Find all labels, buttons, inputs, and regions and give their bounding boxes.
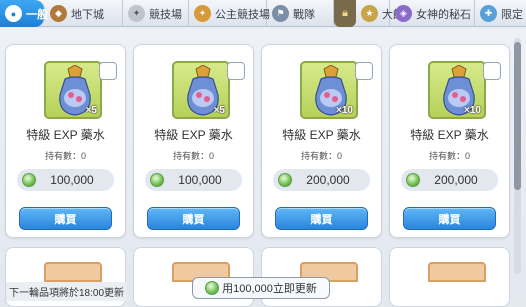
- shop-item-card: ×5 特級 EXP 藥水 持有數：0 100,000 購買: [5, 44, 126, 238]
- tab-limited[interactable]: ✚ 限定: [475, 0, 526, 27]
- buy-button[interactable]: 購買: [275, 207, 368, 230]
- item-icon-partial[interactable]: [44, 262, 102, 282]
- tab-dungeon[interactable]: ◆ 地下城: [45, 0, 123, 27]
- item-name: 特級 EXP 藥水: [26, 128, 105, 142]
- tab-arena[interactable]: ✦ 競技場: [123, 0, 189, 27]
- arena-icon: ✦: [128, 5, 145, 22]
- shop-item-card: ×10 特級 EXP 藥水 持有數：0 200,000 購買: [261, 44, 382, 238]
- item-quantity: ×5: [85, 105, 97, 116]
- mana-gem-icon: [22, 173, 36, 187]
- owned-count: 持有數：0: [300, 151, 342, 161]
- exp-potion-icon[interactable]: ×5: [44, 61, 102, 119]
- tab-clan[interactable]: ⚑ 戰隊: [267, 0, 334, 27]
- tab-goddess-stone[interactable]: ◈ 女神的秘石: [390, 0, 475, 27]
- tab-label: 限定: [501, 8, 523, 21]
- item-quantity: ×10: [464, 105, 481, 116]
- owned-count: 持有數：0: [172, 151, 214, 161]
- dungeon-icon: ◆: [50, 5, 67, 22]
- shop-item-card: ×5 特級 EXP 藥水 持有數：0 100,000 購買: [133, 44, 254, 238]
- refresh-button-label: 用100,000立即更新: [222, 283, 317, 295]
- item-price: 200,000: [273, 169, 370, 191]
- lock-icon: 🔒︎: [334, 0, 356, 27]
- limited-icon: ✚: [480, 5, 497, 22]
- mana-gem-icon: [406, 173, 420, 187]
- item-price: 200,000: [401, 169, 498, 191]
- select-checkbox[interactable]: [483, 62, 501, 80]
- tab-label: 競技場: [149, 8, 182, 21]
- item-name: 特級 EXP 藥水: [410, 128, 489, 142]
- buy-button[interactable]: 購買: [147, 207, 240, 230]
- circle-icon: ●: [5, 5, 22, 22]
- select-checkbox[interactable]: [355, 62, 373, 80]
- tab-general[interactable]: ● 一般: [0, 0, 48, 27]
- mana-gem-icon: [150, 173, 164, 187]
- mana-gem-icon: [278, 173, 292, 187]
- item-price: 100,000: [145, 169, 242, 191]
- owned-count: 持有數：0: [44, 151, 86, 161]
- item-quantity: ×5: [213, 105, 225, 116]
- select-checkbox[interactable]: [227, 62, 245, 80]
- scrollbar-thumb[interactable]: [514, 42, 521, 190]
- owned-count: 持有數：0: [428, 151, 470, 161]
- princess-arena-icon: ✦: [194, 5, 211, 22]
- item-quantity: ×10: [336, 105, 353, 116]
- item-name: 特級 EXP 藥水: [282, 128, 361, 142]
- next-refresh-notice: 下一輪品項將於18:00更新: [6, 282, 128, 301]
- tab-princess-arena[interactable]: ✦ 公主競技場: [189, 0, 270, 27]
- item-icon-partial[interactable]: [428, 262, 486, 282]
- tab-label: 地下城: [71, 8, 104, 21]
- master-icon: ★: [361, 5, 378, 22]
- exp-potion-icon[interactable]: ×5: [172, 61, 230, 119]
- shop-item-card: ×10 特級 EXP 藥水 持有數：0 200,000 購買: [389, 44, 510, 238]
- price-value: 200,000: [306, 173, 350, 187]
- goddess-stone-icon: ◈: [395, 5, 412, 22]
- mana-gem-icon: [205, 281, 220, 295]
- tab-label: 公主競技場: [215, 8, 270, 21]
- shop-item-card-partial: [389, 247, 510, 307]
- price-value: 100,000: [50, 173, 94, 187]
- buy-button[interactable]: 購買: [403, 207, 496, 230]
- buy-button[interactable]: 購買: [19, 207, 112, 230]
- exp-potion-icon[interactable]: ×10: [300, 61, 358, 119]
- clan-icon: ⚑: [272, 5, 289, 22]
- refresh-now-button[interactable]: 用100,000立即更新: [192, 277, 330, 299]
- item-name: 特級 EXP 藥水: [154, 128, 233, 142]
- item-price: 100,000: [17, 169, 114, 191]
- price-value: 100,000: [178, 173, 222, 187]
- tab-label: 戰隊: [293, 8, 315, 21]
- tab-label: 女神的秘石: [416, 8, 471, 21]
- price-value: 200,000: [434, 173, 478, 187]
- select-checkbox[interactable]: [99, 62, 117, 80]
- shop-tab-bar: ● 一般 ◆ 地下城 ✦ 競技場 ✦ 公主競技場 ⚑ 戰隊 ★ 大師 ◈ 女神的…: [0, 0, 526, 27]
- exp-potion-icon[interactable]: ×10: [428, 61, 486, 119]
